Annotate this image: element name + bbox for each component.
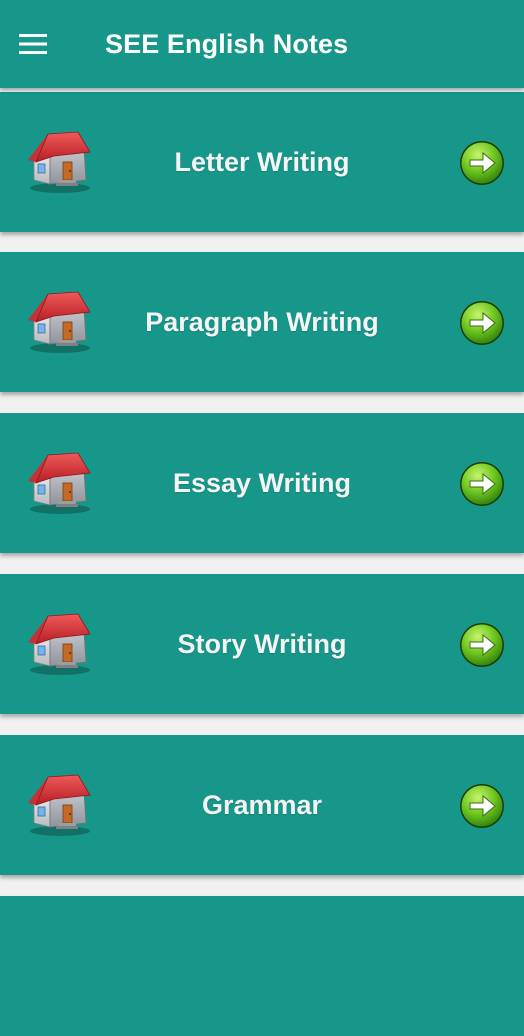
menu-item-label: Essay Writing: [172, 467, 352, 498]
menu-item-letter-writing[interactable]: Letter Writing: [0, 92, 524, 232]
menu-item-grammar[interactable]: Grammar: [0, 735, 524, 875]
arrow-right-circle-icon[interactable]: [458, 299, 506, 347]
house-icon: [20, 765, 94, 839]
menu-item-label: Letter Writing: [174, 146, 350, 177]
menu-item-story-writing[interactable]: Story Writing: [0, 574, 524, 714]
arrow-right-circle-icon[interactable]: [458, 460, 506, 508]
menu-item-label: Grammar: [201, 789, 323, 820]
menu-button[interactable]: [0, 0, 68, 88]
menu-item-essay-writing[interactable]: Essay Writing: [0, 413, 524, 553]
arrow-right-circle-icon[interactable]: [458, 621, 506, 669]
house-icon: [20, 443, 94, 517]
house-icon: [20, 122, 94, 196]
app-title: SEE English Notes: [105, 28, 349, 59]
hamburger-menu-icon: [19, 34, 47, 54]
arrow-right-circle-icon[interactable]: [458, 782, 506, 830]
app-bar: SEE English Notes: [0, 0, 524, 88]
menu-item-paragraph-writing[interactable]: Paragraph Writing: [0, 252, 524, 392]
house-icon: [20, 282, 94, 356]
arrow-right-circle-icon[interactable]: [458, 139, 506, 187]
menu-item-label: Story Writing: [177, 628, 347, 659]
menu-item-label: Paragraph Writing: [145, 306, 379, 337]
menu-item-partial[interactable]: [0, 896, 524, 1036]
house-icon: [20, 604, 94, 678]
